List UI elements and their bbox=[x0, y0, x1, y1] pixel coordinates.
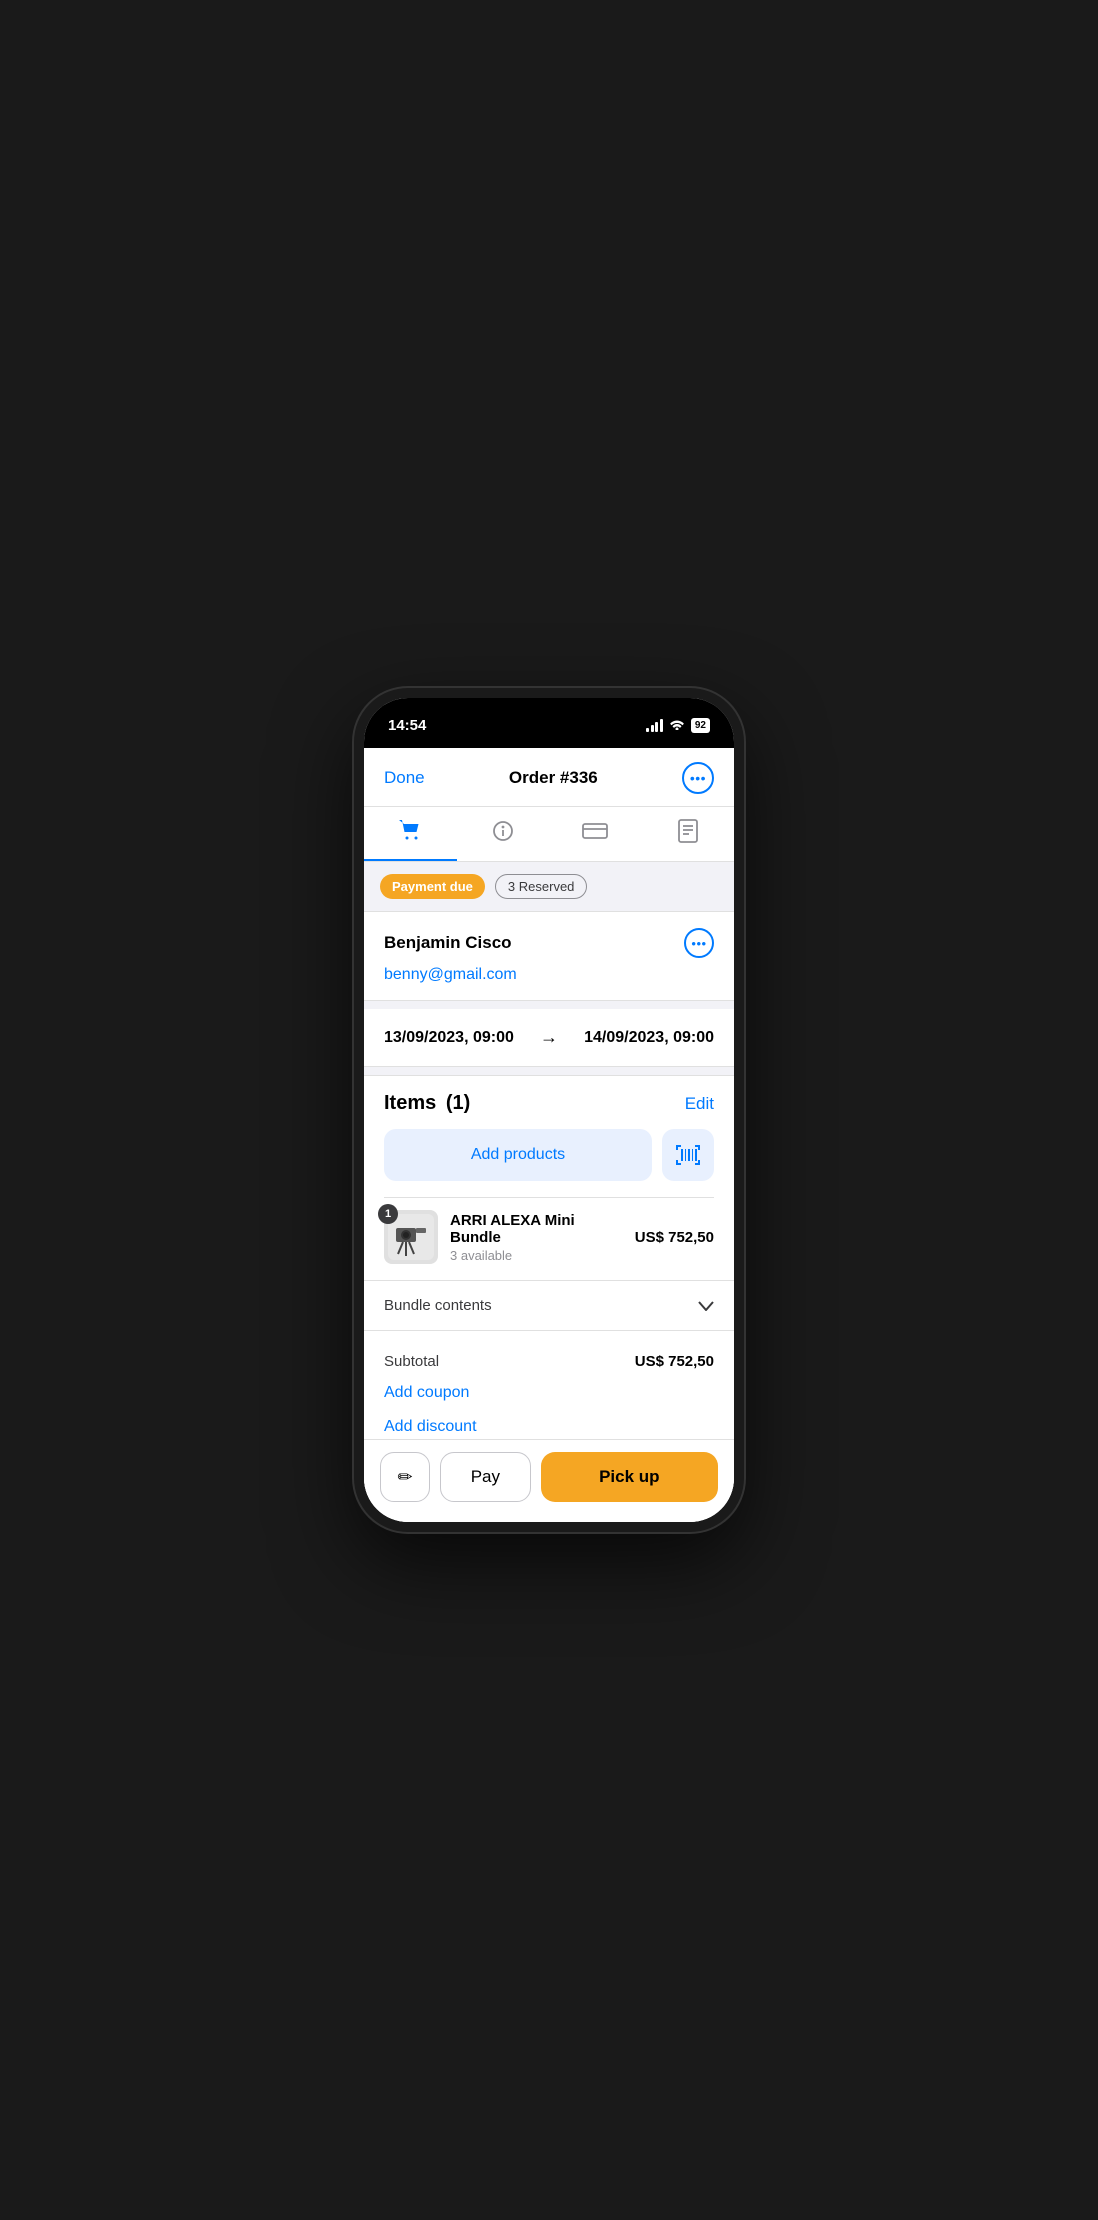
product-image-container: 1 bbox=[384, 1210, 438, 1264]
info-icon bbox=[492, 820, 514, 848]
wifi-icon bbox=[669, 717, 685, 733]
product-price: US$ 752,50 bbox=[635, 1229, 714, 1246]
chevron-down-icon bbox=[698, 1298, 714, 1314]
customer-more-button[interactable]: ••• bbox=[684, 928, 714, 958]
barcode-scan-icon bbox=[676, 1143, 700, 1167]
start-date: 13/09/2023, 09:00 bbox=[384, 1029, 514, 1047]
pickup-button[interactable]: Pick up bbox=[541, 1452, 718, 1502]
items-header: Items (1) Edit bbox=[384, 1092, 714, 1115]
notch bbox=[489, 698, 609, 728]
status-time: 14:54 bbox=[388, 717, 426, 734]
tab-info[interactable] bbox=[457, 808, 550, 860]
edit-button[interactable]: Edit bbox=[685, 1094, 714, 1114]
customer-more-icon: ••• bbox=[691, 936, 706, 951]
status-icons: 92 bbox=[646, 717, 710, 733]
tab-cart[interactable] bbox=[364, 807, 457, 861]
reserved-badge: 3 Reserved bbox=[495, 874, 587, 899]
customer-name: Benjamin Cisco bbox=[384, 933, 512, 953]
pencil-icon: ✏ bbox=[397, 1467, 412, 1488]
action-bar: ✏ Pay Pick up bbox=[364, 1439, 734, 1522]
subtotal-value: US$ 752,50 bbox=[635, 1353, 714, 1370]
add-coupon-link[interactable]: Add coupon bbox=[384, 1376, 714, 1410]
header: Done Order #336 ••• bbox=[364, 748, 734, 807]
product-item: 1 bbox=[384, 1197, 714, 1280]
edit-icon-button[interactable]: ✏ bbox=[380, 1452, 430, 1502]
items-count: (1) bbox=[446, 1092, 470, 1114]
date-arrow-icon: → bbox=[540, 1027, 558, 1048]
status-bar: 14:54 92 bbox=[364, 698, 734, 748]
customer-email[interactable]: benny@gmail.com bbox=[384, 966, 714, 984]
tab-notes[interactable] bbox=[642, 807, 735, 861]
bundle-label: Bundle contents bbox=[384, 1297, 492, 1314]
customer-header: Benjamin Cisco ••• bbox=[384, 928, 714, 958]
done-button[interactable]: Done bbox=[384, 768, 425, 788]
subtotal-label: Subtotal bbox=[384, 1353, 439, 1370]
cart-icon bbox=[398, 819, 422, 847]
date-section: 13/09/2023, 09:00 → 14/09/2023, 09:00 bbox=[364, 1001, 734, 1067]
scan-barcode-button[interactable] bbox=[662, 1129, 714, 1181]
screen-content: Done Order #336 ••• bbox=[364, 748, 734, 1522]
end-date: 14/09/2023, 09:00 bbox=[584, 1029, 714, 1047]
payment-icon bbox=[582, 821, 608, 847]
pay-button[interactable]: Pay bbox=[440, 1452, 531, 1502]
product-name: ARRI ALEXA Mini Bundle bbox=[450, 1212, 623, 1246]
customer-card: Benjamin Cisco ••• benny@gmail.com bbox=[364, 911, 734, 1001]
items-label: Items bbox=[384, 1092, 436, 1114]
add-products-row: Add products bbox=[384, 1129, 714, 1181]
page-title: Order #336 bbox=[509, 768, 598, 788]
items-title: Items (1) bbox=[384, 1092, 470, 1115]
tabs-bar bbox=[364, 807, 734, 862]
more-button[interactable]: ••• bbox=[682, 762, 714, 794]
notes-icon bbox=[678, 819, 698, 849]
product-availability: 3 available bbox=[450, 1248, 623, 1263]
badges-row: Payment due 3 Reserved bbox=[364, 862, 734, 911]
payment-due-badge: Payment due bbox=[380, 874, 485, 899]
battery-indicator: 92 bbox=[691, 718, 710, 733]
bundle-contents-row[interactable]: Bundle contents bbox=[364, 1280, 734, 1330]
product-qty-badge: 1 bbox=[378, 1204, 398, 1224]
more-icon: ••• bbox=[690, 771, 706, 785]
signal-icon bbox=[646, 719, 663, 732]
tab-payment[interactable] bbox=[549, 809, 642, 859]
product-info: ARRI ALEXA Mini Bundle 3 available bbox=[450, 1212, 623, 1263]
items-section: Items (1) Edit Add products bbox=[364, 1075, 734, 1280]
add-products-button[interactable]: Add products bbox=[384, 1129, 652, 1181]
phone-frame: 14:54 92 Done Order #336 ••• bbox=[354, 688, 744, 1532]
subtotal-row: Subtotal US$ 752,50 bbox=[384, 1347, 714, 1376]
